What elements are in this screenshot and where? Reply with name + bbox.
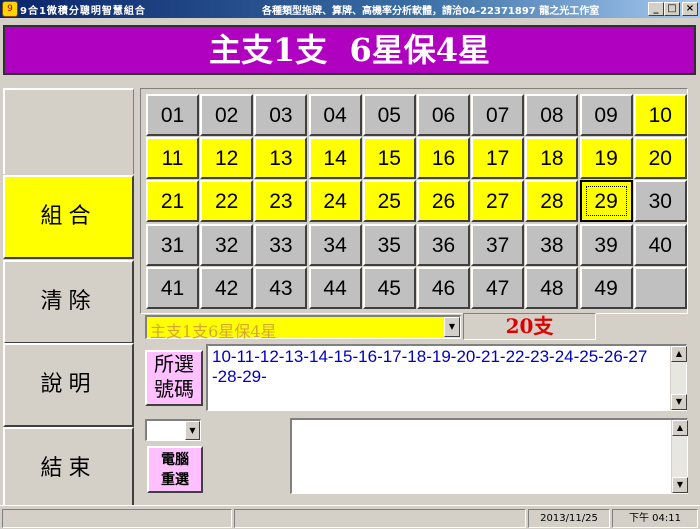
random-reselect-button[interactable]: 電腦 重選 xyxy=(147,446,203,493)
number-cell-38[interactable]: 38 xyxy=(525,223,579,266)
status-panel-2 xyxy=(234,509,526,528)
scroll-down-icon[interactable]: ▼ xyxy=(672,477,688,493)
number-cell-07[interactable]: 07 xyxy=(471,94,525,136)
number-cell-15[interactable]: 15 xyxy=(362,137,416,180)
selected-numbers-label: 所選 號碼 xyxy=(145,350,203,406)
number-cell-20[interactable]: 20 xyxy=(633,137,687,180)
number-cell-40[interactable]: 40 xyxy=(633,223,687,266)
number-cell-26[interactable]: 26 xyxy=(417,180,470,223)
number-cell-23[interactable]: 23 xyxy=(254,180,308,223)
status-date: 2013/11/25 xyxy=(528,509,610,528)
maximize-button[interactable]: □ xyxy=(664,2,680,16)
number-cell-13[interactable]: 13 xyxy=(254,137,308,180)
number-cell-48[interactable]: 48 xyxy=(525,266,579,309)
number-cell-33[interactable]: 33 xyxy=(254,223,308,266)
number-cell-49[interactable]: 49 xyxy=(579,266,633,309)
number-cell-05[interactable]: 05 xyxy=(362,94,416,136)
number-cell-42[interactable]: 42 xyxy=(200,266,254,309)
number-cell-35[interactable]: 35 xyxy=(362,223,416,266)
number-cell-08[interactable]: 08 xyxy=(525,94,579,136)
selected-numbers-box[interactable]: 10-11-12-13-14-15-16-17-18-19-20-21-22-2… xyxy=(206,344,687,411)
number-cell-46[interactable]: 46 xyxy=(417,266,470,309)
number-cell-17[interactable]: 17 xyxy=(471,137,525,180)
window-title-ad: 各種類型拖牌、算牌、高機率分析軟體，請洽04-22371897 龍之光工作室 xyxy=(262,6,600,17)
number-cell-01[interactable]: 01 xyxy=(146,94,199,136)
scroll-up-icon[interactable]: ▲ xyxy=(671,346,687,362)
number-cell-32[interactable]: 32 xyxy=(200,223,254,266)
mode-select-value: 主支1支6星保4星 xyxy=(150,322,277,341)
chevron-down-icon[interactable]: ▼ xyxy=(444,317,460,337)
selected-numbers-scrollbar[interactable]: ▲ ▼ xyxy=(670,346,687,410)
title-bar: 9 9合1微積分聰明智慧組合 各種類型拖牌、算牌、高機率分析軟體，請洽04-22… xyxy=(0,0,700,18)
clear-button[interactable]: 清除 xyxy=(3,260,134,344)
chevron-down-icon[interactable]: ▼ xyxy=(185,421,200,440)
empty-cell xyxy=(633,266,687,309)
number-cell-03[interactable]: 03 xyxy=(254,94,308,136)
mode-banner: 主支1支 6星保4星 xyxy=(3,25,696,75)
number-cell-31[interactable]: 31 xyxy=(146,223,199,266)
combine-button[interactable]: 組合 xyxy=(3,175,134,259)
notes-scrollbar[interactable]: ▲ ▼ xyxy=(671,420,688,493)
number-cell-25[interactable]: 25 xyxy=(362,180,416,223)
sidebar-blank-panel xyxy=(3,88,134,174)
number-cell-11[interactable]: 11 xyxy=(146,137,199,180)
number-cell-36[interactable]: 36 xyxy=(417,223,470,266)
number-cell-24[interactable]: 24 xyxy=(308,180,362,223)
window-title: 9合1微積分聰明智慧組合 xyxy=(20,6,146,17)
number-cell-21[interactable]: 21 xyxy=(146,180,199,223)
help-button[interactable]: 說明 xyxy=(3,343,134,427)
number-cell-18[interactable]: 18 xyxy=(525,137,579,180)
number-cell-22[interactable]: 22 xyxy=(200,180,254,223)
number-cell-09[interactable]: 09 xyxy=(579,94,633,136)
number-cell-02[interactable]: 02 xyxy=(200,94,254,136)
number-cell-45[interactable]: 45 xyxy=(362,266,416,309)
number-cell-16[interactable]: 16 xyxy=(417,137,470,180)
selected-numbers-text: 10-11-12-13-14-15-16-17-18-19-20-21-22-2… xyxy=(212,347,648,386)
mode-select[interactable]: 主支1支6星保4星 ▼ xyxy=(145,315,461,341)
number-cell-28[interactable]: 28 xyxy=(525,180,579,223)
number-cell-06[interactable]: 06 xyxy=(417,94,470,136)
status-time: 下午 04:11 xyxy=(612,509,698,528)
number-cell-04[interactable]: 04 xyxy=(308,94,362,136)
number-grid: 01 02 03 04 05 06 07 08 09 10 11 12 13 14 15 16 17 18 19 20… xyxy=(140,88,688,314)
number-cell-12[interactable]: 12 xyxy=(200,137,254,180)
number-cell-47[interactable]: 47 xyxy=(471,266,525,309)
app-icon[interactable]: 9 xyxy=(2,1,18,17)
option-select[interactable]: ▼ xyxy=(145,419,201,441)
number-cell-27[interactable]: 27 xyxy=(471,180,525,223)
number-cell-34[interactable]: 34 xyxy=(308,223,362,266)
minimize-button[interactable]: _ xyxy=(648,2,664,16)
number-cell-39[interactable]: 39 xyxy=(579,223,633,266)
notes-textarea[interactable]: ▲ ▼ xyxy=(290,418,688,494)
number-cell-29[interactable]: 29 xyxy=(579,180,633,223)
close-button[interactable]: × xyxy=(682,2,698,16)
number-cell-43[interactable]: 43 xyxy=(254,266,308,309)
number-cell-37[interactable]: 37 xyxy=(471,223,525,266)
status-bar: 2013/11/25 下午 04:11 xyxy=(0,505,700,529)
exit-button[interactable]: 結束 xyxy=(3,427,134,511)
number-cell-41[interactable]: 41 xyxy=(146,266,199,309)
number-cell-10[interactable]: 10 xyxy=(633,94,687,136)
scroll-up-icon[interactable]: ▲ xyxy=(672,420,688,436)
count-display: 20支 xyxy=(463,313,596,340)
number-cell-14[interactable]: 14 xyxy=(308,137,362,180)
number-cell-44[interactable]: 44 xyxy=(308,266,362,309)
status-panel-1 xyxy=(2,509,232,528)
number-cell-19[interactable]: 19 xyxy=(579,137,633,180)
scroll-down-icon[interactable]: ▼ xyxy=(671,394,687,410)
number-cell-30[interactable]: 30 xyxy=(633,180,687,223)
app-window: 9 9合1微積分聰明智慧組合 各種類型拖牌、算牌、高機率分析軟體，請洽04-22… xyxy=(0,0,700,529)
